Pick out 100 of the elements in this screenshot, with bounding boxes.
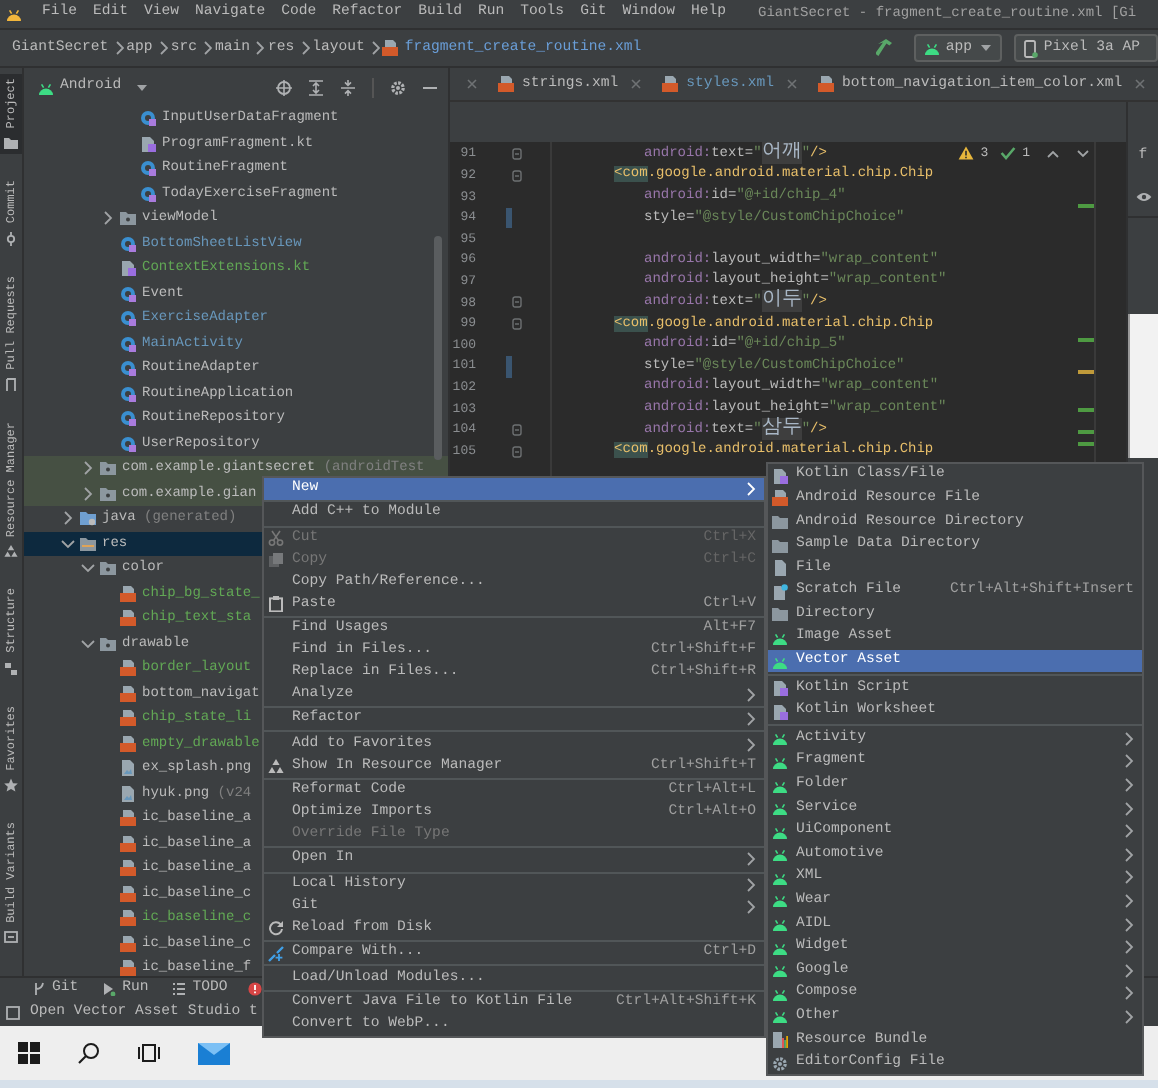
fold-icon[interactable] xyxy=(512,445,522,458)
warning-icon[interactable] xyxy=(958,146,975,161)
panel-icon[interactable] xyxy=(6,1006,20,1020)
kotlin-file-icon xyxy=(140,135,156,152)
reload-icon xyxy=(268,920,284,937)
android-icon xyxy=(772,730,788,747)
android-icon xyxy=(772,869,788,886)
folder-icon xyxy=(772,606,788,623)
android-icon xyxy=(772,846,788,863)
folder-icon xyxy=(80,510,96,527)
class-icon xyxy=(120,235,136,252)
xml-file-icon xyxy=(120,610,136,627)
android-icon xyxy=(772,753,788,770)
stripe-mark xyxy=(1078,204,1094,207)
class-icon xyxy=(120,410,136,427)
favorite-icon xyxy=(4,778,18,793)
android-icon xyxy=(772,800,788,817)
xml-file-icon xyxy=(662,76,679,92)
android-icon xyxy=(772,962,788,979)
android-icon xyxy=(772,916,788,933)
android-icon xyxy=(772,653,788,670)
folder-icon xyxy=(100,460,116,477)
xml-file-icon xyxy=(120,585,136,602)
build-icon xyxy=(4,930,18,945)
fold-icon[interactable] xyxy=(512,148,522,161)
class-icon xyxy=(140,110,156,127)
chevron-right-icon xyxy=(199,40,212,56)
run-icon xyxy=(102,982,117,996)
git-icon xyxy=(32,982,46,996)
class-icon xyxy=(120,435,136,452)
caret-icon xyxy=(979,44,992,52)
copy-icon xyxy=(268,552,284,569)
gear-icon[interactable] xyxy=(390,79,406,95)
xml-file-icon xyxy=(120,660,136,677)
stripe-mark xyxy=(1078,338,1094,341)
bundle-icon xyxy=(772,1032,788,1049)
gear-icon xyxy=(772,1055,788,1072)
resource-icon xyxy=(4,544,18,559)
android-icon xyxy=(772,892,788,909)
target-icon[interactable] xyxy=(276,79,292,95)
xml-file-icon xyxy=(772,490,788,507)
folder-icon xyxy=(100,485,116,502)
start-icon[interactable] xyxy=(18,1042,40,1064)
fold-icon[interactable] xyxy=(512,296,522,309)
xml-file-icon xyxy=(120,710,136,727)
fold-icon[interactable] xyxy=(512,424,522,437)
phone-icon xyxy=(1023,39,1038,57)
xml-file-icon xyxy=(120,960,136,976)
error-icon[interactable] xyxy=(247,982,262,996)
clipboard-icon xyxy=(268,596,284,613)
image-file-icon xyxy=(120,785,136,802)
pull-icon xyxy=(4,377,18,392)
check-icon[interactable] xyxy=(1000,146,1017,161)
image-file-icon xyxy=(120,760,136,777)
chevron-down-icon[interactable] xyxy=(1076,147,1090,160)
xml-file-icon xyxy=(498,76,514,92)
android-icon xyxy=(772,823,788,840)
kotlin-file-icon xyxy=(772,467,788,484)
android-icon xyxy=(772,629,788,646)
class-icon xyxy=(120,360,136,377)
chevron-right-icon xyxy=(367,40,380,56)
file-icon xyxy=(772,560,788,577)
class-icon xyxy=(120,335,136,352)
chevron-right-icon xyxy=(297,40,310,56)
structure-icon xyxy=(4,661,18,676)
xml-file-icon xyxy=(382,40,399,56)
xml-file-icon xyxy=(120,935,136,952)
folder-icon xyxy=(4,136,18,151)
xml-file-icon xyxy=(120,885,136,902)
collapse-all-icon[interactable] xyxy=(340,79,356,95)
kotlin-file-icon xyxy=(772,703,788,720)
hammer-icon[interactable] xyxy=(875,38,896,58)
xml-file-icon xyxy=(120,910,136,927)
class-icon xyxy=(140,185,156,202)
mail-icon[interactable] xyxy=(198,1041,230,1065)
compare-icon xyxy=(268,945,284,962)
xml-file-icon xyxy=(120,835,136,852)
folder-icon xyxy=(100,560,116,577)
android-icon xyxy=(6,6,26,22)
xml-file-icon xyxy=(120,810,136,827)
xml-file-icon xyxy=(120,860,136,877)
fold-icon[interactable] xyxy=(512,169,522,182)
class-icon xyxy=(120,310,136,327)
xml-file-icon xyxy=(817,76,834,92)
kotlin-file-icon xyxy=(772,680,788,697)
task-view-icon[interactable] xyxy=(138,1042,160,1064)
scissors-icon xyxy=(268,530,284,547)
folder-icon xyxy=(80,535,96,552)
android-icon xyxy=(772,985,788,1002)
chevron-up-icon[interactable] xyxy=(1046,147,1060,160)
expand-all-icon[interactable] xyxy=(308,79,324,95)
list-icon xyxy=(172,982,187,996)
eye-icon[interactable] xyxy=(1135,191,1151,202)
android-icon xyxy=(772,939,788,956)
search-icon[interactable] xyxy=(78,1042,100,1064)
android-icon xyxy=(38,79,54,95)
fold-icon[interactable] xyxy=(512,318,522,331)
caret-icon xyxy=(135,83,148,91)
android-icon xyxy=(772,1008,788,1025)
android-icon xyxy=(923,40,940,56)
